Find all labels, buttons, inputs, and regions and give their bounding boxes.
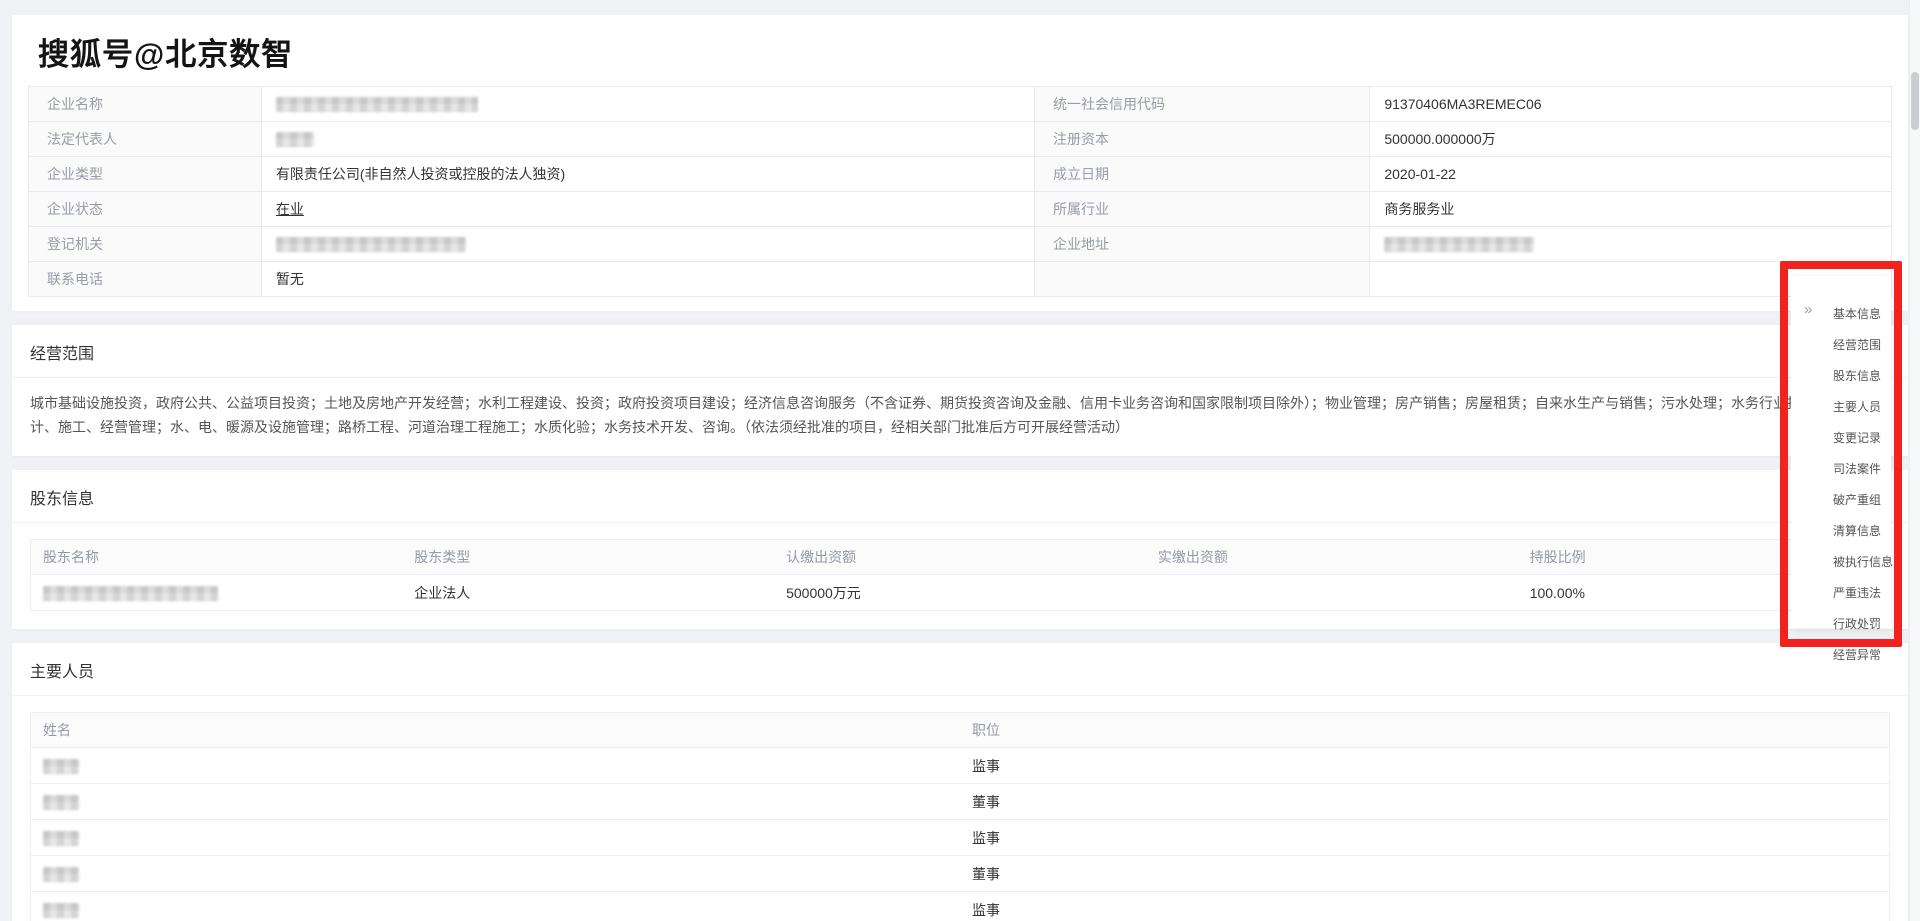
cell-person-position: 董事	[960, 856, 1890, 892]
field-value-credit-code: 91370406MA3REMEC06	[1370, 87, 1892, 122]
column-header-name: 姓名	[31, 713, 961, 748]
table-row: 登记机关 企业地址	[29, 227, 1892, 262]
field-value-legal-rep	[261, 122, 1034, 157]
cell-shareholder-type: 企业法人	[402, 575, 774, 611]
field-value-establish-date: 2020-01-22	[1370, 157, 1892, 192]
table-row: 企业名称 统一社会信用代码 91370406MA3REMEC06	[29, 87, 1892, 122]
anchor-nav-panel: » 基本信息 经营范围 股东信息 主要人员 变更记录 司法案件 破产重组 清算信…	[1791, 276, 1891, 628]
scrollbar-thumb[interactable]	[1911, 72, 1919, 130]
field-label-registered-capital: 注册资本	[1035, 122, 1370, 157]
cell-person-name	[31, 784, 961, 820]
field-label-establish-date: 成立日期	[1035, 157, 1370, 192]
redacted-value	[43, 586, 218, 601]
anchor-item-abnormal-operation[interactable]: 经营异常	[1791, 639, 1891, 670]
column-header-shareholder-name: 股东名称	[31, 540, 403, 575]
cell-person-name	[31, 748, 961, 784]
field-label-company-name: 企业名称	[29, 87, 262, 122]
personnel-table-wrap: 姓名 职位 监事 董事 监事	[12, 696, 1908, 921]
field-value-registered-capital: 500000.000000万	[1370, 122, 1892, 157]
column-header-subscribed-capital: 认缴出资额	[774, 540, 1146, 575]
redacted-value	[276, 132, 314, 147]
cell-person-name	[31, 856, 961, 892]
column-header-shareholder-type: 股东类型	[402, 540, 774, 575]
field-label-industry: 所属行业	[1035, 192, 1370, 227]
field-label-contact-phone: 联系电话	[29, 262, 262, 297]
table-row: 企业类型 有限责任公司(非自然人投资或控股的法人独资) 成立日期 2020-01…	[29, 157, 1892, 192]
redacted-value	[276, 237, 466, 252]
anchor-item-personnel[interactable]: 主要人员	[1791, 391, 1891, 422]
collapse-panel-icon[interactable]: »	[1804, 301, 1812, 318]
cell-person-position: 董事	[960, 784, 1890, 820]
table-header-row: 姓名 职位	[31, 713, 1890, 748]
field-label-company-status: 企业状态	[29, 192, 262, 227]
anchor-item-business-scope[interactable]: 经营范围	[1791, 329, 1891, 360]
field-label-company-address: 企业地址	[1035, 227, 1370, 262]
scrollbar-track[interactable]	[1909, 0, 1920, 921]
anchor-item-judicial-cases[interactable]: 司法案件	[1791, 453, 1891, 484]
redacted-value	[1384, 237, 1534, 252]
redacted-value	[43, 867, 79, 882]
table-row: 企业法人 500000万元 100.00%	[31, 575, 1890, 611]
cell-person-name	[31, 892, 961, 921]
shareholders-table: 股东名称 股东类型 认缴出资额 实缴出资额 持股比例 企业法人 500000万元…	[30, 539, 1890, 611]
redacted-value	[43, 759, 79, 774]
personnel-card: 主要人员 姓名 职位 监事 董事	[12, 643, 1908, 921]
table-row: 监事	[31, 820, 1890, 856]
field-label-registration-authority: 登记机关	[29, 227, 262, 262]
table-row: 监事	[31, 892, 1890, 921]
field-label-legal-rep: 法定代表人	[29, 122, 262, 157]
field-value-company-name	[261, 87, 1034, 122]
table-header-row: 股东名称 股东类型 认缴出资额 实缴出资额 持股比例	[31, 540, 1890, 575]
basic-info-table: 企业名称 统一社会信用代码 91370406MA3REMEC06 法定代表人 注…	[28, 86, 1892, 297]
shareholders-card: 股东信息 股东名称 股东类型 认缴出资额 实缴出资额 持股比例 企业法人	[12, 470, 1908, 629]
field-value-contact-phone: 暂无	[261, 262, 1034, 297]
anchor-item-admin-penalty[interactable]: 行政处罚	[1791, 608, 1891, 639]
field-value-company-address	[1370, 227, 1892, 262]
column-header-position: 职位	[960, 713, 1890, 748]
cell-person-position: 监事	[960, 892, 1890, 921]
redacted-value	[276, 97, 478, 112]
table-row: 企业状态 在业 所属行业 商务服务业	[29, 192, 1892, 227]
field-value-company-type: 有限责任公司(非自然人投资或控股的法人独资)	[261, 157, 1034, 192]
anchor-item-bankruptcy[interactable]: 破产重组	[1791, 484, 1891, 515]
cell-person-position: 监事	[960, 748, 1890, 784]
status-link[interactable]: 在业	[276, 201, 304, 217]
table-row: 董事	[31, 856, 1890, 892]
anchor-item-shareholders[interactable]: 股东信息	[1791, 360, 1891, 391]
business-scope-card: 经营范围 城市基础设施投资，政府公共、公益项目投资；土地及房地产开发经营；水利工…	[12, 325, 1908, 456]
section-title-shareholders: 股东信息	[12, 470, 1908, 523]
column-header-paid-capital: 实缴出资额	[1146, 540, 1518, 575]
table-row: 监事	[31, 748, 1890, 784]
redacted-value	[43, 795, 79, 810]
table-row: 联系电话 暂无	[29, 262, 1892, 297]
redacted-value	[43, 903, 79, 918]
cell-person-position: 监事	[960, 820, 1890, 856]
personnel-table: 姓名 职位 监事 董事 监事	[30, 712, 1890, 921]
section-title-business-scope: 经营范围	[12, 325, 1908, 378]
cell-shareholder-name	[31, 575, 403, 611]
table-row: 法定代表人 注册资本 500000.000000万	[29, 122, 1892, 157]
field-label-credit-code: 统一社会信用代码	[1035, 87, 1370, 122]
field-label-company-type: 企业类型	[29, 157, 262, 192]
anchor-item-change-records[interactable]: 变更记录	[1791, 422, 1891, 453]
field-value-industry: 商务服务业	[1370, 192, 1892, 227]
business-scope-text: 城市基础设施投资，政府公共、公益项目投资；土地及房地产开发经营；水利工程建设、投…	[12, 378, 1908, 456]
redacted-value	[43, 831, 79, 846]
cell-subscribed-capital: 500000万元	[774, 575, 1146, 611]
watermark-title: 搜狐号@北京数智	[28, 23, 1892, 86]
section-title-personnel: 主要人员	[12, 643, 1908, 696]
field-value-company-status: 在业	[261, 192, 1034, 227]
shareholders-table-wrap: 股东名称 股东类型 认缴出资额 实缴出资额 持股比例 企业法人 500000万元…	[12, 523, 1908, 629]
table-row: 董事	[31, 784, 1890, 820]
anchor-item-enforcement[interactable]: 被执行信息	[1791, 546, 1891, 577]
company-profile-page: 搜狐号@北京数智 企业名称 统一社会信用代码 91370406MA3REMEC0…	[0, 0, 1920, 921]
basic-info-card: 搜狐号@北京数智 企业名称 统一社会信用代码 91370406MA3REMEC0…	[12, 15, 1908, 311]
field-label-empty	[1035, 262, 1370, 297]
anchor-item-serious-violation[interactable]: 严重违法	[1791, 577, 1891, 608]
cell-paid-capital	[1146, 575, 1518, 611]
anchor-item-liquidation[interactable]: 清算信息	[1791, 515, 1891, 546]
cell-person-name	[31, 820, 961, 856]
field-value-registration-authority	[261, 227, 1034, 262]
